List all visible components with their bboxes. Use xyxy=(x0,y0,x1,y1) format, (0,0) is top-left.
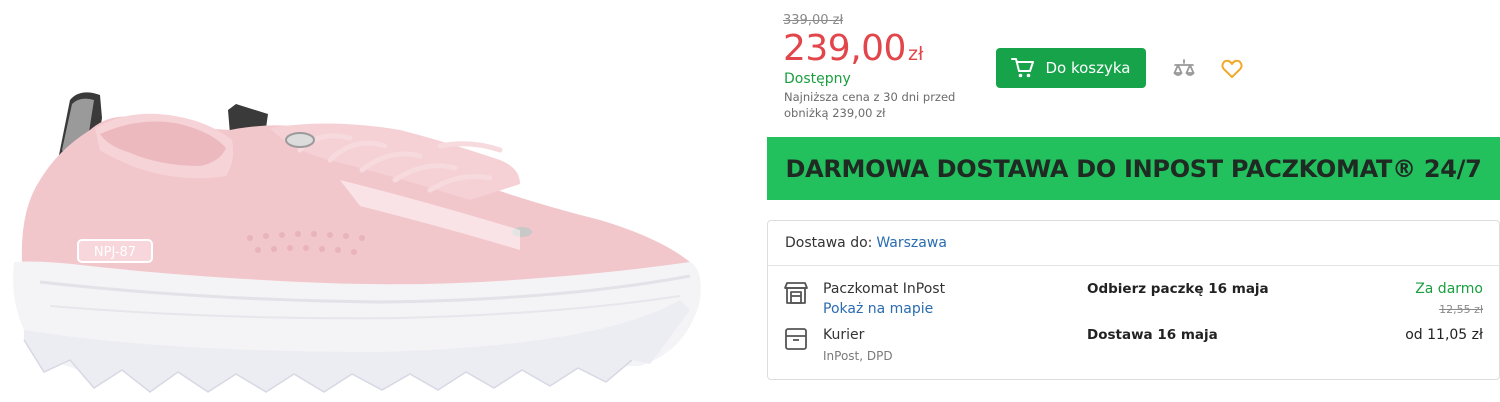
product-image[interactable]: NPJ-87 xyxy=(0,0,760,402)
svg-text:NPJ-87: NPJ-87 xyxy=(94,245,136,260)
delivery-option-name: Paczkomat InPost xyxy=(823,281,946,297)
price-currency: zł xyxy=(907,43,924,65)
parcel-locker-icon xyxy=(783,280,809,306)
courier-box-icon xyxy=(783,326,809,352)
banner-text: DARMOWA DOSTAWA DO INPOST PACZKOMAT® 24/… xyxy=(785,154,1482,183)
free-delivery-banner[interactable]: DARMOWA DOSTAWA DO INPOST PACZKOMAT® 24/… xyxy=(767,137,1500,200)
delivery-option-date: Dostawa 16 maja xyxy=(1087,327,1218,343)
show-on-map-link[interactable]: Pokaż na mapie xyxy=(823,301,933,317)
sneaker-illustration: NPJ-87 xyxy=(13,92,701,393)
delivery-option-price: Za darmo xyxy=(1415,281,1483,297)
price-value: 239,00 xyxy=(783,28,906,69)
delivery-option-carriers: InPost, DPD xyxy=(823,349,893,363)
delivery-option-name: Kurier xyxy=(823,327,865,343)
old-price: 339,00 zł xyxy=(783,13,844,28)
delivery-header-label: Dostawa do: xyxy=(785,235,873,251)
add-to-cart-label: Do koszyka xyxy=(1045,59,1131,77)
cart-icon xyxy=(1011,57,1035,79)
delivery-city-link[interactable]: Warszawa xyxy=(876,235,947,251)
add-to-cart-button[interactable]: Do koszyka xyxy=(996,48,1146,88)
lowest-price-note: Najniższa cena z 30 dni przed obniżką 23… xyxy=(784,90,956,120)
current-price: 239,00 zł xyxy=(783,28,923,69)
delivery-option-date: Odbierz paczkę 16 maja xyxy=(1087,281,1269,297)
availability-status: Dostępny xyxy=(784,71,851,87)
heart-icon[interactable] xyxy=(1219,56,1245,82)
delivery-option-price: od 11,05 zł xyxy=(1405,327,1483,343)
delivery-option-paczkomat: Paczkomat InPost Pokaż na mapie Odbierz … xyxy=(768,280,1499,326)
delivery-option-courier: Kurier InPost, DPD Dostawa 16 maja od 11… xyxy=(768,326,1499,372)
compare-icon[interactable] xyxy=(1171,56,1197,82)
delivery-option-old-price: 12,55 zł xyxy=(1439,303,1483,316)
delivery-panel: Dostawa do: Warszawa Paczkomat InPost Po… xyxy=(767,220,1500,380)
delivery-header: Dostawa do: Warszawa xyxy=(768,221,1499,266)
